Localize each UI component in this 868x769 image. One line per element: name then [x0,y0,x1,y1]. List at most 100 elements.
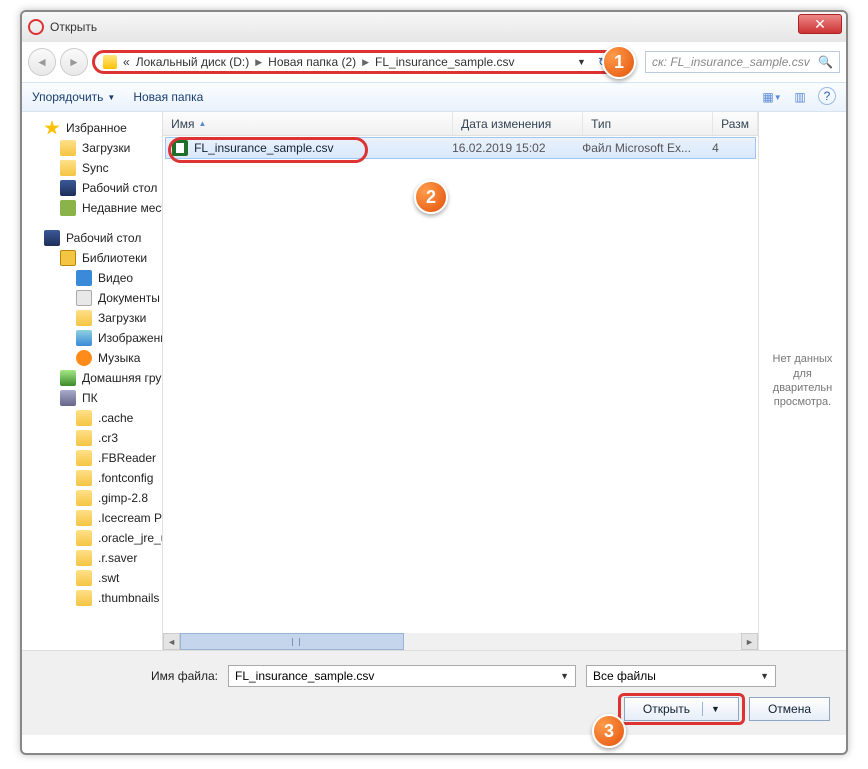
desktop-icon [44,230,60,246]
tree-folder[interactable]: .gimp-2.8 [22,488,162,508]
nav-back-button[interactable]: ◄ [28,48,56,76]
file-list-area: Имя▲ Дата изменения Тип Разм FL_insuranc… [163,112,846,650]
breadcrumb-root: « [123,55,130,69]
folder-icon [60,140,76,156]
organize-menu[interactable]: Упорядочить▼ [32,90,115,104]
tree-folder[interactable]: .FBReader [22,448,162,468]
window-title: Открыть [50,20,97,34]
folder-icon [76,550,92,566]
address-dropdown-icon[interactable]: ▼ [577,57,586,67]
scroll-left-button[interactable]: ◄ [163,633,180,650]
csv-file-icon [172,140,188,156]
scroll-right-button[interactable]: ► [741,633,758,650]
tree-sync[interactable]: Sync [22,158,162,178]
tree-downloads2[interactable]: Загрузки [22,308,162,328]
search-input[interactable]: ск: FL_insurance_sample.csv 🔍 [645,51,840,73]
address-bar-wrap: « Локальный диск (D:) ▶ Новая папка (2) … [92,50,619,74]
folder-icon [76,310,92,326]
tree-downloads[interactable]: Загрузки [22,138,162,158]
folder-icon [76,410,92,426]
tree-folder[interactable]: .cache [22,408,162,428]
tree-folder[interactable]: .cr3 [22,428,162,448]
tree-recent[interactable]: Недавние места [22,198,162,218]
recent-icon [60,200,76,216]
help-button[interactable]: ? [818,87,836,105]
horizontal-scrollbar[interactable]: ◄ ► [163,633,758,650]
col-date[interactable]: Дата изменения [453,112,583,135]
tree-folder[interactable]: .fontconfig [22,468,162,488]
chevron-down-icon[interactable]: ▼ [760,671,769,681]
view-options-button[interactable]: ▦ ▼ [762,87,782,107]
document-icon [76,290,92,306]
chevron-right-icon[interactable]: ▶ [255,57,262,68]
folder-icon [76,470,92,486]
homegroup-icon [60,370,76,386]
filetype-select[interactable]: Все файлы▼ [586,665,776,687]
star-icon [44,120,60,136]
nav-row: ◄ ► « Локальный диск (D:) ▶ Новая папка … [22,42,846,82]
file-type-cell: Файл Microsoft Ex... [582,141,712,155]
folder-icon [76,490,92,506]
cancel-button[interactable]: Отмена [749,697,830,721]
chevron-down-icon[interactable]: ▼ [560,671,569,681]
breadcrumb-seg2[interactable]: Новая папка (2) [268,55,356,69]
opera-icon [28,19,44,35]
open-button[interactable]: Открыть▼ [624,697,739,721]
file-list[interactable]: Имя▲ Дата изменения Тип Разм FL_insuranc… [163,112,758,650]
folder-icon [76,510,92,526]
folder-icon [60,160,76,176]
close-button[interactable]: ✕ [798,14,842,34]
video-icon [76,270,92,286]
tree-folder[interactable]: .Icecream PDF Co [22,508,162,528]
annotation-badge-3: 3 [592,714,626,748]
nav-forward-button[interactable]: ► [60,48,88,76]
tree-desktop2[interactable]: Рабочий стол [22,228,162,248]
search-placeholder: ск: FL_insurance_sample.csv [652,55,810,69]
computer-icon [60,390,76,406]
breadcrumb-seg1[interactable]: Локальный диск (D:) [136,55,250,69]
annotation-badge-2: 2 [414,180,448,214]
dialog-footer: Имя файла: FL_insurance_sample.csv▼ Все … [22,650,846,735]
breadcrumb-seg3[interactable]: FL_insurance_sample.csv [375,55,514,69]
folder-icon [76,430,92,446]
tree-folder[interactable]: .oracle_jre_usage [22,528,162,548]
tree-favorites[interactable]: Избранное [22,118,162,138]
chevron-down-icon[interactable]: ▼ [711,704,720,714]
folder-icon [76,450,92,466]
preview-pane-button[interactable]: ▥ [790,87,810,107]
tree-folder[interactable]: .r.saver [22,548,162,568]
col-name[interactable]: Имя▲ [163,112,453,135]
drive-icon [103,55,117,69]
file-date-cell: 16.02.2019 15:02 [452,141,582,155]
file-size-cell: 4 [712,141,755,155]
file-row[interactable]: FL_insurance_sample.csv 16.02.2019 15:02… [165,137,756,159]
col-size[interactable]: Разм [713,112,758,135]
col-type[interactable]: Тип [583,112,713,135]
tree-libraries[interactable]: Библиотеки [22,248,162,268]
tree-desktop[interactable]: Рабочий стол [22,178,162,198]
tree-music[interactable]: Музыка [22,348,162,368]
tree-video[interactable]: Видео [22,268,162,288]
address-bar[interactable]: « Локальный диск (D:) ▶ Новая папка (2) … [92,50,619,74]
filename-label: Имя файла: [38,669,218,683]
nav-tree[interactable]: Избранное Загрузки Sync Рабочий стол Нед… [22,112,163,650]
folder-icon [76,530,92,546]
filename-input[interactable]: FL_insurance_sample.csv▼ [228,665,576,687]
chevron-right-icon[interactable]: ▶ [362,57,369,68]
tree-folder[interactable]: .swt [22,568,162,588]
tree-homegroup[interactable]: Домашняя группа [22,368,162,388]
search-icon[interactable]: 🔍 [818,55,833,69]
column-headers: Имя▲ Дата изменения Тип Разм [163,112,758,136]
desktop-icon [60,180,76,196]
tree-docs[interactable]: Документы [22,288,162,308]
folder-icon [76,590,92,606]
open-dialog: Открыть ✕ ◄ ► « Локальный диск (D:) ▶ Но… [20,10,848,755]
tree-folder[interactable]: .thumbnails [22,588,162,608]
toolbar: Упорядочить▼ Новая папка ▦ ▼ ▥ ? [22,82,846,112]
preview-pane: Нет данных для дварительн просмотра. [758,112,846,650]
titlebar: Открыть ✕ [22,12,846,42]
libraries-icon [60,250,76,266]
tree-images[interactable]: Изображения [22,328,162,348]
new-folder-button[interactable]: Новая папка [133,90,203,104]
tree-pc[interactable]: ПК [22,388,162,408]
